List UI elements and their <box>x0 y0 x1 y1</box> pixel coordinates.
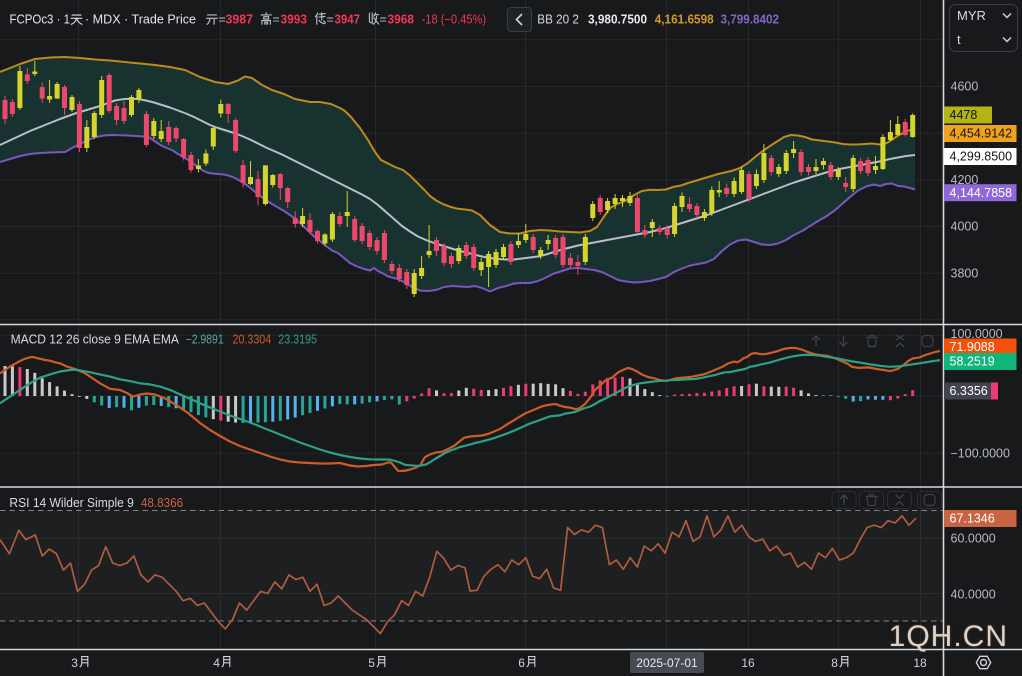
svg-text:t: t <box>957 32 961 47</box>
svg-text:40.0000: 40.0000 <box>951 588 996 602</box>
svg-text:2025-07-01: 2025-07-01 <box>636 656 698 670</box>
svg-text:3,799.8402: 3,799.8402 <box>721 13 780 27</box>
svg-text:MACD 12 26 close 9 EMA EMA: MACD 12 26 close 9 EMA EMA <box>11 333 180 347</box>
svg-text:BB 20 2: BB 20 2 <box>537 13 579 27</box>
svg-text:4478: 4478 <box>950 108 978 122</box>
svg-text:18: 18 <box>913 656 927 670</box>
svg-text:6: 6 <box>518 656 525 670</box>
svg-text:23.3195: 23.3195 <box>278 333 317 347</box>
svg-text:8: 8 <box>831 656 838 670</box>
svg-text:4000: 4000 <box>951 220 979 234</box>
svg-text:3993: 3993 <box>281 13 308 27</box>
svg-text:4,144.7858: 4,144.7858 <box>950 186 1013 200</box>
svg-text:20.3304: 20.3304 <box>233 333 272 347</box>
svg-text:71.9088: 71.9088 <box>950 340 995 354</box>
svg-text:3968: 3968 <box>388 13 415 27</box>
svg-text:4600: 4600 <box>951 80 979 94</box>
svg-text:3: 3 <box>71 656 78 670</box>
svg-text:· MDX · Trade Price: · MDX · Trade Price <box>85 13 196 27</box>
svg-text:16: 16 <box>741 656 755 670</box>
svg-text:−2.9891: −2.9891 <box>186 333 224 347</box>
svg-text:3987: 3987 <box>226 13 254 27</box>
svg-text:60.0000: 60.0000 <box>951 531 996 545</box>
svg-text:FCPOc3 · 1: FCPOc3 · 1 <box>10 13 71 27</box>
svg-text:67.1346: 67.1346 <box>950 512 995 526</box>
svg-text:4,299.8500: 4,299.8500 <box>950 150 1013 164</box>
svg-text:3800: 3800 <box>951 266 979 280</box>
svg-text:=: = <box>273 13 280 27</box>
svg-text:=: = <box>327 13 334 27</box>
svg-text:5: 5 <box>368 656 375 670</box>
svg-text:4,161.6598: 4,161.6598 <box>655 13 714 27</box>
svg-text:48.8366: 48.8366 <box>141 496 183 510</box>
svg-text:3947: 3947 <box>335 13 361 27</box>
svg-text:3,980.7500: 3,980.7500 <box>588 13 647 27</box>
svg-text:=: = <box>380 13 387 27</box>
svg-text:58.2519: 58.2519 <box>950 355 995 369</box>
svg-text:MYR: MYR <box>957 8 986 23</box>
svg-text:-18 (−0.45%): -18 (−0.45%) <box>422 13 487 27</box>
svg-text:RSI 14 Wilder Simple 9: RSI 14 Wilder Simple 9 <box>9 496 134 510</box>
svg-text:−100.0000: −100.0000 <box>951 447 1010 461</box>
svg-text:4: 4 <box>213 656 220 670</box>
svg-text:6.3356: 6.3356 <box>950 384 988 398</box>
svg-text:4,454.9142: 4,454.9142 <box>950 127 1013 141</box>
